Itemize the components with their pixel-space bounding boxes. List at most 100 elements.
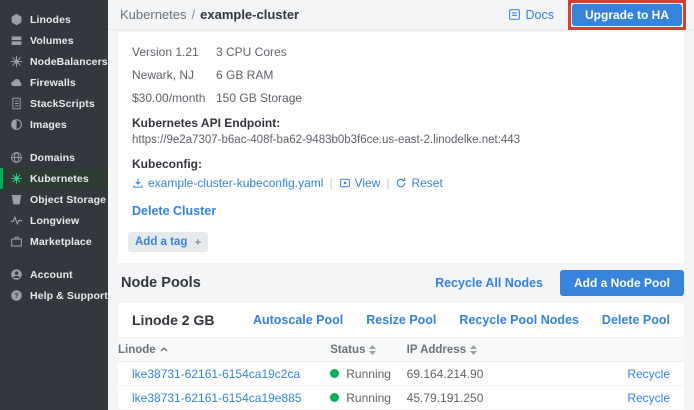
- nodes-table: Linode Status IP Address: [118, 337, 684, 410]
- sort-icon: [369, 345, 376, 355]
- sidebar-group-secondary: Domains Kubernetes Object Storage Longvi…: [0, 147, 108, 252]
- globe-icon: [10, 151, 23, 164]
- table-row: lke38731-62161-6154ca19e885 Running 45.7…: [118, 386, 684, 410]
- sidebar-item-label: Object Storage: [30, 194, 106, 206]
- separator: |: [329, 176, 332, 190]
- column-header-actions: [571, 338, 684, 362]
- sidebar-item-label: Firewalls: [30, 77, 76, 89]
- briefcase-icon: [10, 235, 23, 248]
- cluster-cpu: 3 CPU Cores: [216, 45, 684, 59]
- sidebar-item-label: Volumes: [30, 35, 74, 47]
- sidebar-item-longview[interactable]: Longview: [0, 210, 108, 231]
- column-label: Status: [330, 344, 365, 356]
- node-link[interactable]: lke38731-62161-6154ca19c2ca: [132, 367, 300, 381]
- sidebar-item-label: Linodes: [30, 14, 71, 26]
- sidebar-item-help-support[interactable]: ? Help & Support: [0, 285, 108, 306]
- breadcrumb-current: example-cluster: [200, 7, 299, 22]
- column-header-ip[interactable]: IP Address: [407, 338, 571, 362]
- sidebar-item-label: Domains: [30, 152, 75, 164]
- status-dot-running: [330, 369, 339, 378]
- recycle-all-nodes-link[interactable]: Recycle All Nodes: [435, 276, 543, 290]
- node-ip: 45.79.191.250: [407, 386, 571, 410]
- cluster-ram: 6 GB RAM: [216, 68, 684, 82]
- add-tag-chip[interactable]: Add a tag +: [128, 232, 208, 252]
- download-icon: [132, 177, 144, 189]
- sidebar-item-marketplace[interactable]: Marketplace: [0, 231, 108, 252]
- node-link[interactable]: lke38731-62161-6154ca19e885: [132, 391, 301, 405]
- kubeconfig-view-label: View: [355, 176, 381, 190]
- column-header-status[interactable]: Status: [330, 338, 406, 362]
- sidebar-item-domains[interactable]: Domains: [0, 147, 108, 168]
- recycle-node-link[interactable]: Recycle: [627, 367, 670, 381]
- column-label: IP Address: [407, 344, 466, 356]
- breadcrumb-section[interactable]: Kubernetes: [120, 7, 187, 22]
- sidebar-group-tertiary: Account ? Help & Support: [0, 264, 108, 306]
- cluster-price: $30.00/month: [132, 91, 216, 105]
- kubeconfig-filename: example-cluster-kubeconfig.yaml: [148, 176, 323, 190]
- cluster-details-panel: Version 1.21 3 CPU Cores Newark, NJ 6 GB…: [118, 32, 684, 263]
- autoscale-pool-link[interactable]: Autoscale Pool: [253, 313, 343, 327]
- api-endpoint-label: Kubernetes API Endpoint:: [118, 116, 684, 130]
- account-icon: [10, 268, 23, 281]
- sidebar-item-images[interactable]: Images: [0, 114, 108, 135]
- pool-name: Linode 2 GB: [132, 312, 214, 328]
- recycle-pool-nodes-link[interactable]: Recycle Pool Nodes: [459, 313, 579, 327]
- sidebar-item-label: Images: [30, 119, 67, 131]
- images-icon: [10, 118, 23, 131]
- pool-action-links: Autoscale Pool Resize Pool Recycle Pool …: [253, 313, 670, 327]
- plus-icon: +: [194, 235, 201, 249]
- help-icon: ?: [10, 289, 23, 302]
- nodebalancers-icon: [10, 55, 23, 68]
- sidebar-item-volumes[interactable]: Volumes: [0, 30, 108, 51]
- sort-asc-icon: [160, 347, 168, 352]
- sidebar-item-label: Help & Support: [30, 290, 108, 302]
- sidebar-item-object-storage[interactable]: Object Storage: [0, 189, 108, 210]
- topbar-actions: Docs Upgrade to HA: [508, 0, 686, 30]
- delete-cluster-link[interactable]: Delete Cluster: [132, 204, 216, 218]
- linode-icon: [10, 13, 23, 26]
- kubernetes-icon: [10, 172, 23, 185]
- sidebar-group-primary: Linodes Volumes NodeBalancers Firewalls …: [0, 9, 108, 135]
- sidebar: Linodes Volumes NodeBalancers Firewalls …: [0, 0, 108, 410]
- column-header-linode[interactable]: Linode: [118, 338, 330, 362]
- view-icon: [339, 177, 351, 189]
- sidebar-item-account[interactable]: Account: [0, 264, 108, 285]
- main-content: Kubernetes / example-cluster Docs Upgrad…: [108, 0, 694, 410]
- firewalls-icon: [10, 76, 23, 89]
- sidebar-item-label: Account: [30, 269, 73, 281]
- cluster-version: Version 1.21: [132, 45, 216, 59]
- sidebar-item-firewalls[interactable]: Firewalls: [0, 72, 108, 93]
- reset-icon: [395, 177, 407, 189]
- table-header-row: Linode Status IP Address: [118, 338, 684, 362]
- sidebar-item-nodebalancers[interactable]: NodeBalancers: [0, 51, 108, 72]
- column-label: Linode: [118, 344, 156, 356]
- kubeconfig-row: example-cluster-kubeconfig.yaml | View |…: [118, 176, 684, 190]
- sidebar-item-stackscripts[interactable]: StackScripts: [0, 93, 108, 114]
- status-text: Running: [346, 391, 391, 405]
- highlight-box: Upgrade to HA: [568, 0, 686, 30]
- docs-icon: [508, 8, 521, 21]
- add-tag-label: Add a tag: [135, 236, 187, 248]
- node-pools-actions: Recycle All Nodes Add a Node Pool: [435, 270, 684, 296]
- delete-pool-link[interactable]: Delete Pool: [602, 313, 670, 327]
- docs-label: Docs: [526, 8, 554, 22]
- kubeconfig-view-link[interactable]: View: [339, 176, 381, 190]
- upgrade-to-ha-button[interactable]: Upgrade to HA: [572, 4, 682, 26]
- add-node-pool-button[interactable]: Add a Node Pool: [560, 270, 684, 296]
- sidebar-item-label: Kubernetes: [30, 173, 89, 185]
- topbar: Kubernetes / example-cluster Docs Upgrad…: [108, 0, 694, 30]
- kubeconfig-download-link[interactable]: example-cluster-kubeconfig.yaml: [132, 176, 323, 190]
- sidebar-item-label: StackScripts: [30, 98, 95, 110]
- docs-link[interactable]: Docs: [508, 8, 554, 22]
- recycle-node-link[interactable]: Recycle: [627, 391, 670, 405]
- kubeconfig-label: Kubeconfig:: [118, 157, 684, 171]
- sidebar-item-kubernetes[interactable]: Kubernetes: [0, 168, 108, 189]
- volumes-icon: [10, 34, 23, 47]
- sidebar-item-label: Marketplace: [30, 236, 92, 248]
- sort-icon: [470, 345, 477, 355]
- kubeconfig-reset-link[interactable]: Reset: [395, 176, 442, 190]
- status-text: Running: [346, 367, 391, 381]
- breadcrumb-separator: /: [192, 7, 196, 22]
- resize-pool-link[interactable]: Resize Pool: [366, 313, 436, 327]
- sidebar-item-linodes[interactable]: Linodes: [0, 9, 108, 30]
